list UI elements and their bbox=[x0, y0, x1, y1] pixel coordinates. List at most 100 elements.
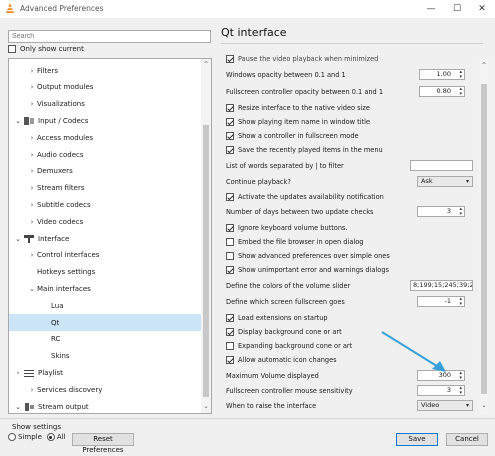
updates-notif-row[interactable]: Activate the updates availability notifi… bbox=[226, 190, 476, 204]
tree-item-main-interfaces[interactable]: ⌄ Main interfaces bbox=[9, 280, 201, 297]
tree-item-rc[interactable]: RC bbox=[9, 331, 201, 348]
title-row[interactable]: Show playing item name in window title bbox=[226, 115, 476, 129]
minimize-button[interactable]: — bbox=[418, 0, 444, 18]
only-show-current-checkbox[interactable]: Only show current bbox=[8, 45, 84, 53]
resize-checkbox[interactable] bbox=[226, 104, 234, 112]
tree-item-hotkeys-settings[interactable]: Hotkeys settings bbox=[9, 264, 201, 281]
tree-item-filters[interactable]: › Filters bbox=[9, 62, 201, 79]
advanced-checkbox[interactable] bbox=[226, 252, 234, 260]
title-checkbox[interactable] bbox=[226, 118, 234, 126]
continue-dropdown[interactable]: Ask ▾ bbox=[417, 176, 473, 187]
search-input[interactable] bbox=[8, 30, 211, 43]
tree-item-audio-codecs[interactable]: › Audio codecs bbox=[9, 146, 201, 163]
chevron-down-icon[interactable]: ⌄ bbox=[13, 235, 23, 243]
tree-item-access-modules[interactable]: › Access modules bbox=[9, 129, 201, 146]
all-radio[interactable] bbox=[46, 433, 55, 441]
load-ext-checkbox[interactable] bbox=[226, 314, 234, 322]
tree-item-stream-filters[interactable]: › Stream filters bbox=[9, 180, 201, 197]
scroll-down-icon[interactable]: ⌄ bbox=[479, 402, 489, 410]
ignore-volume-row[interactable]: Ignore keyboard volume buttons. bbox=[226, 221, 476, 235]
load-ext-row[interactable]: Load extensions on startup bbox=[226, 311, 476, 325]
expanding-bg-checkbox[interactable] bbox=[226, 342, 234, 350]
tree-item-video-codecs[interactable]: › Video codecs bbox=[9, 213, 201, 230]
scroll-up-icon[interactable]: ^ bbox=[479, 62, 489, 70]
raise-dropdown[interactable]: Video ▾ bbox=[417, 400, 473, 411]
tree-item-label: Input / Codecs bbox=[38, 116, 89, 125]
settings-scroll-thumb[interactable] bbox=[481, 84, 487, 394]
simple-radio[interactable] bbox=[8, 433, 16, 441]
spin-arrows-icon[interactable]: ▴ ▾ bbox=[459, 386, 462, 395]
embed-row[interactable]: Embed the file browser in open dialog bbox=[226, 235, 476, 249]
bg-cone-checkbox[interactable] bbox=[226, 328, 234, 336]
tree-item-input-codecs[interactable]: ⌄ Input / Codecs bbox=[9, 112, 201, 129]
chevron-right-icon[interactable]: › bbox=[27, 251, 37, 259]
tree-item-subtitle-codecs[interactable]: › Subtitle codecs bbox=[9, 196, 201, 213]
scroll-up-icon[interactable]: ^ bbox=[201, 61, 211, 69]
tree-item-interface[interactable]: ⌄ Interface bbox=[9, 230, 201, 247]
updates-notif-checkbox[interactable] bbox=[226, 193, 234, 201]
tree-item-control-interfaces[interactable]: › Control interfaces bbox=[9, 247, 201, 264]
unimportant-label: Show unimportant error and warnings dial… bbox=[238, 266, 389, 274]
advanced-row[interactable]: Show advanced preferences over simple on… bbox=[226, 249, 476, 263]
settings-scrollbar[interactable]: ^ ⌄ bbox=[479, 58, 489, 414]
spin-arrows-icon[interactable]: ▴ ▾ bbox=[459, 70, 462, 79]
scroll-down-icon[interactable]: ⌄ bbox=[201, 403, 211, 411]
chevron-right-icon[interactable]: › bbox=[27, 151, 37, 159]
days-spinbox[interactable]: 3 ▴ ▾ bbox=[417, 206, 465, 217]
spin-arrows-icon[interactable]: ▴ ▾ bbox=[459, 207, 462, 216]
tree-item-output-modules[interactable]: › Output modules bbox=[9, 79, 201, 96]
chevron-right-icon[interactable]: › bbox=[27, 167, 37, 175]
chevron-down-icon[interactable]: ⌄ bbox=[13, 117, 23, 125]
opacity-spinbox[interactable]: 1.00 ▴ ▾ bbox=[419, 69, 465, 80]
spin-arrows-icon[interactable]: ▴ ▾ bbox=[459, 297, 462, 306]
mouse-sens-spinbox[interactable]: 3 ▴ ▾ bbox=[417, 385, 465, 396]
chevron-down-icon[interactable]: ⌄ bbox=[13, 403, 23, 411]
cancel-button[interactable]: Cancel bbox=[446, 433, 488, 446]
reset-preferences-button[interactable]: Reset Preferences bbox=[72, 433, 134, 454]
auto-icon-checkbox[interactable] bbox=[226, 356, 234, 364]
fs-controller-row[interactable]: Show a controller in fullscreen mode bbox=[226, 129, 476, 143]
tree-item-label: Skins bbox=[51, 352, 70, 361]
chevron-right-icon[interactable]: › bbox=[27, 201, 37, 209]
only-show-current-box[interactable] bbox=[8, 45, 16, 53]
pause-minimized-row[interactable]: Pause the video playback when minimized bbox=[226, 52, 476, 66]
unimportant-row[interactable]: Show unimportant error and warnings dial… bbox=[226, 263, 476, 277]
chevron-right-icon[interactable]: › bbox=[27, 100, 37, 108]
save-recent-checkbox[interactable] bbox=[226, 146, 234, 154]
tree-item-skins[interactable]: Skins bbox=[9, 348, 201, 365]
spin-arrows-icon[interactable]: ▴ ▾ bbox=[459, 87, 462, 96]
tree-item-services-discovery[interactable]: › Services discovery bbox=[9, 381, 201, 398]
close-button[interactable]: ✕ bbox=[469, 0, 495, 18]
tree-item-playlist[interactable]: › Playlist bbox=[9, 364, 201, 381]
ignore-volume-checkbox[interactable] bbox=[226, 224, 234, 232]
chevron-down-icon[interactable]: ⌄ bbox=[27, 285, 37, 293]
chevron-right-icon[interactable]: › bbox=[13, 369, 23, 377]
save-recent-row[interactable]: Save the recently played items in the me… bbox=[226, 143, 476, 157]
fs-screen-spinbox[interactable]: -1 ▴ ▾ bbox=[417, 296, 465, 307]
tree-item-demuxers[interactable]: › Demuxers bbox=[9, 163, 201, 180]
preferences-tree[interactable]: › Filters › Output modules › Visualizations ⌄ I… bbox=[8, 58, 212, 414]
chevron-right-icon[interactable]: › bbox=[27, 218, 37, 226]
chevron-right-icon[interactable]: › bbox=[27, 83, 37, 91]
embed-checkbox[interactable] bbox=[226, 238, 234, 246]
chevron-right-icon[interactable]: › bbox=[27, 134, 37, 142]
pause-minimized-checkbox[interactable] bbox=[226, 55, 234, 63]
spin-arrows-icon[interactable]: ▴ ▾ bbox=[459, 371, 462, 380]
tree-item-visualizations[interactable]: › Visualizations bbox=[9, 96, 201, 113]
fs-controller-checkbox[interactable] bbox=[226, 132, 234, 140]
chevron-right-icon[interactable]: › bbox=[27, 184, 37, 192]
tree-item-stream-output[interactable]: ⌄ Stream output bbox=[9, 398, 201, 413]
tree-item-lua[interactable]: Lua bbox=[9, 297, 201, 314]
tree-scroll-thumb[interactable] bbox=[203, 125, 209, 397]
volume-colors-input[interactable]: 8;199;15;245;39;29 bbox=[410, 280, 473, 291]
chevron-right-icon[interactable]: › bbox=[27, 386, 37, 394]
save-button[interactable]: Save bbox=[396, 433, 438, 446]
tree-scrollbar[interactable]: ^ ⌄ bbox=[201, 59, 211, 413]
filter-input[interactable] bbox=[410, 160, 473, 171]
tree-item-qt[interactable]: Qt bbox=[9, 314, 201, 331]
fs-opacity-spinbox[interactable]: 0.80 ▴ ▾ bbox=[419, 86, 465, 97]
unimportant-checkbox[interactable] bbox=[226, 266, 234, 274]
resize-row[interactable]: Resize interface to the native video siz… bbox=[226, 101, 476, 115]
chevron-right-icon[interactable]: › bbox=[27, 67, 37, 75]
maximize-button[interactable]: ☐ bbox=[444, 0, 470, 18]
